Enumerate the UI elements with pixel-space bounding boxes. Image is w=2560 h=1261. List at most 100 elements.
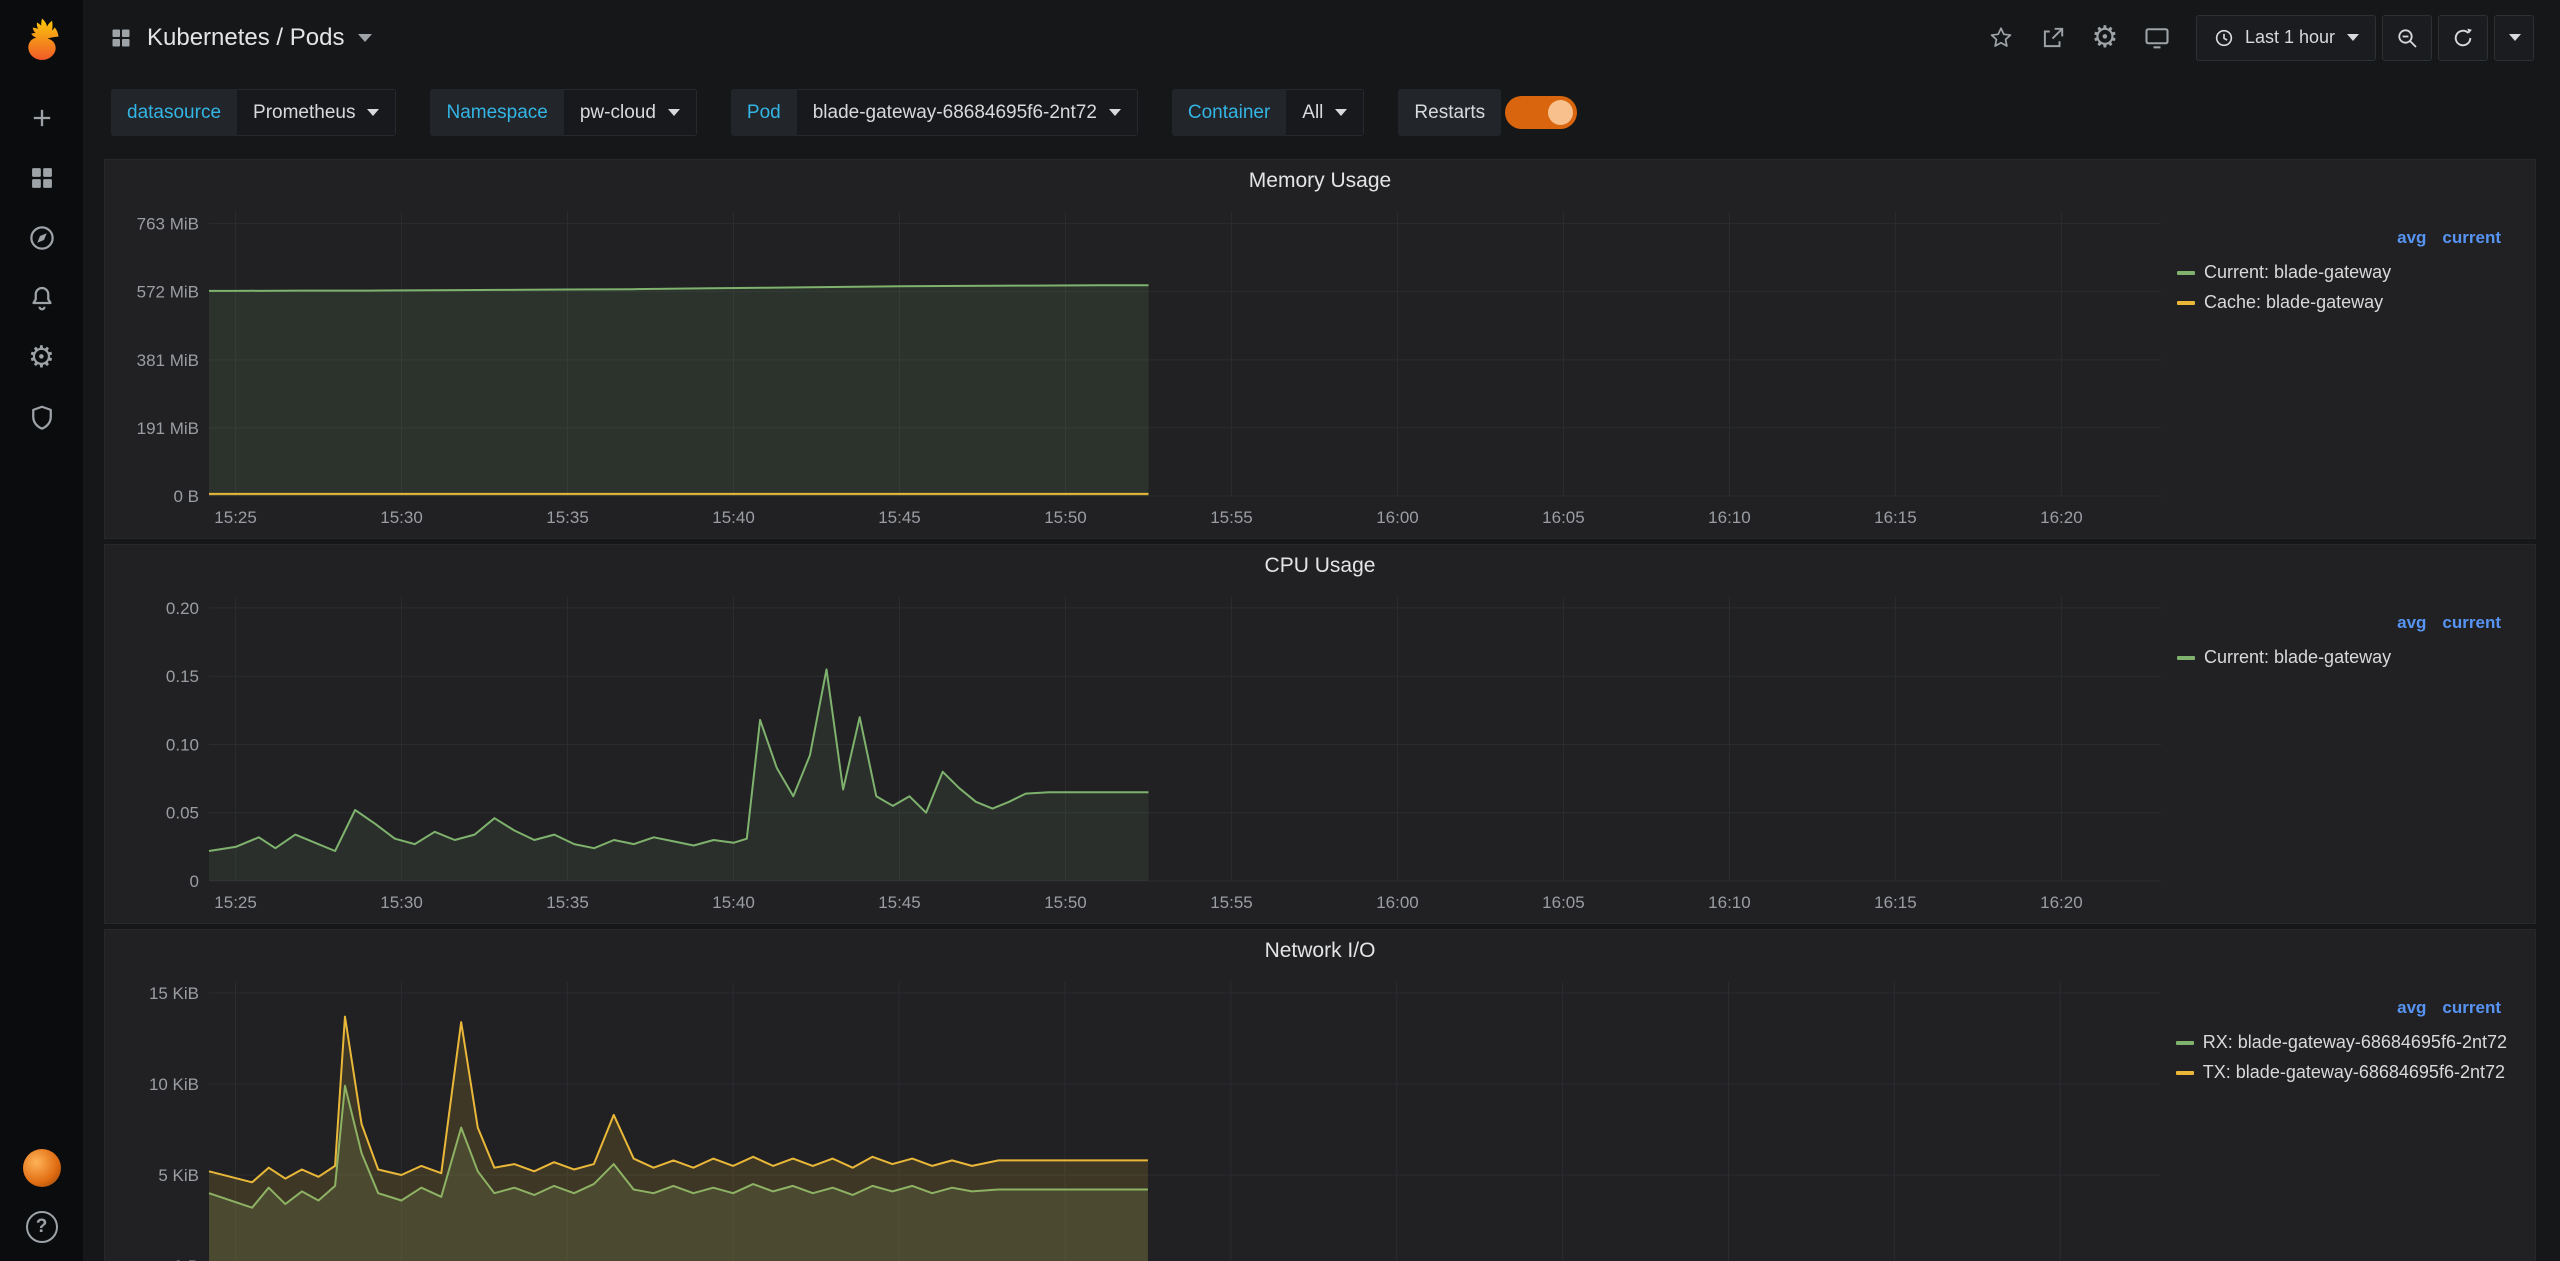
refresh-interval-dropdown[interactable] [2494, 15, 2534, 61]
server-admin-shield-icon[interactable] [25, 401, 59, 435]
svg-text:16:15: 16:15 [1874, 893, 1917, 912]
memory-usage-chart[interactable]: 15:2515:3015:3515:4015:4515:5015:5516:00… [113, 200, 2167, 532]
restarts-toggle[interactable] [1505, 96, 1577, 129]
configuration-gear-icon[interactable]: ⚙ [25, 341, 59, 375]
panel-title[interactable]: CPU Usage [105, 545, 2535, 585]
cpu-usage-chart[interactable]: 15:2515:3015:3515:4015:4515:5015:5516:00… [113, 585, 2167, 917]
create-plus-icon[interactable] [25, 101, 59, 135]
dashboards-icon[interactable] [25, 161, 59, 195]
svg-text:15:30: 15:30 [380, 893, 423, 912]
legend-links: avg current [2397, 998, 2507, 1018]
svg-text:15:25: 15:25 [214, 508, 257, 527]
panel-memory-usage: Memory Usage 15:2515:3015:3515:4015:4515… [104, 159, 2536, 539]
chevron-down-icon [367, 109, 379, 116]
variable-datasource: datasourcePrometheus [111, 89, 396, 136]
legend-avg-link[interactable]: avg [2397, 998, 2426, 1018]
legend-series-label: Cache: blade-gateway [2204, 292, 2383, 313]
legend-items: Current: blade-gateway Cache: blade-gatew… [2177, 262, 2391, 313]
svg-text:15:30: 15:30 [380, 508, 423, 527]
legend-item[interactable]: Current: blade-gateway [2177, 262, 2391, 283]
refresh-button[interactable] [2438, 15, 2488, 61]
svg-text:16:00: 16:00 [1376, 893, 1419, 912]
svg-text:15:35: 15:35 [546, 893, 589, 912]
dashboard-settings-gear-icon[interactable]: ⚙ [2084, 17, 2126, 59]
chevron-down-icon [1335, 109, 1347, 116]
panel-network-io: Network I/O 15:2515:3015:3515:4015:4515:… [104, 929, 2536, 1261]
share-icon[interactable] [2032, 17, 2074, 59]
svg-text:16:10: 16:10 [1708, 508, 1751, 527]
svg-text:15 KiB: 15 KiB [149, 984, 199, 1003]
variable-value-text: All [1302, 102, 1323, 124]
svg-text:0.20: 0.20 [166, 599, 199, 618]
star-icon[interactable] [1980, 17, 2022, 59]
time-range-label: Last 1 hour [2245, 27, 2335, 48]
variable-value-dropdown[interactable]: Prometheus [237, 89, 396, 136]
legend-item[interactable]: Current: blade-gateway [2177, 647, 2391, 668]
variable-value-dropdown[interactable]: pw-cloud [564, 89, 697, 136]
svg-text:0.10: 0.10 [166, 735, 199, 754]
svg-text:16:00: 16:00 [1376, 508, 1419, 527]
dashboard-title-chevron-down-icon[interactable] [358, 34, 372, 42]
grafana-logo[interactable] [0, 0, 83, 75]
clock-icon [2213, 27, 2235, 49]
panel-title[interactable]: Network I/O [105, 930, 2535, 970]
svg-text:16:10: 16:10 [1708, 893, 1751, 912]
svg-text:15:45: 15:45 [878, 508, 921, 527]
svg-text:15:45: 15:45 [878, 893, 921, 912]
legend-item[interactable]: TX: blade-gateway-68684695f6-2nt72 [2176, 1062, 2507, 1083]
svg-text:763 MiB: 763 MiB [137, 214, 199, 233]
variable-container: ContainerAll [1172, 89, 1365, 136]
legend-series-label: RX: blade-gateway-68684695f6-2nt72 [2203, 1032, 2507, 1053]
variables-list: datasourcePrometheus Namespace pw-cloud Pod… [111, 89, 1364, 136]
legend-current-link[interactable]: current [2442, 613, 2501, 633]
svg-text:15:40: 15:40 [712, 893, 755, 912]
zoom-out-button[interactable] [2382, 15, 2432, 61]
variable-label: Namespace [430, 89, 563, 136]
svg-text:15:35: 15:35 [546, 508, 589, 527]
variable-label: Pod [731, 89, 797, 136]
alerting-bell-icon[interactable] [25, 281, 59, 315]
top-navbar: Kubernetes / Pods ⚙ [83, 0, 2560, 75]
panel-cpu-usage: CPU Usage 15:2515:3015:3515:4015:4515:50… [104, 544, 2536, 924]
legend-avg-link[interactable]: avg [2397, 228, 2426, 248]
variable-value-dropdown[interactable]: All [1286, 89, 1364, 136]
time-range-picker[interactable]: Last 1 hour [2196, 15, 2376, 61]
network-io-chart[interactable]: 15:2515:3015:3515:4015:4515:5015:5516:00… [113, 970, 2166, 1261]
svg-text:16:05: 16:05 [1542, 893, 1585, 912]
legend-series-label: TX: blade-gateway-68684695f6-2nt72 [2203, 1062, 2505, 1083]
help-icon[interactable]: ? [26, 1211, 58, 1243]
explore-compass-icon[interactable] [25, 221, 59, 255]
legend: avg current RX: blade-gateway-68684695f6-… [2166, 970, 2527, 1261]
legend-series-swatch [2177, 271, 2195, 275]
legend-series-swatch [2177, 301, 2195, 305]
legend-avg-link[interactable]: avg [2397, 613, 2426, 633]
svg-text:16:05: 16:05 [1542, 508, 1585, 527]
main-area: Kubernetes / Pods ⚙ [83, 0, 2560, 1261]
legend-series-label: Current: blade-gateway [2204, 262, 2391, 283]
legend-current-link[interactable]: current [2442, 998, 2501, 1018]
grafana-flame-icon [19, 15, 65, 61]
legend-current-link[interactable]: current [2442, 228, 2501, 248]
variable-namespace: Namespace pw-cloud [430, 89, 696, 136]
refresh-icon [2451, 26, 2475, 50]
cycle-view-monitor-icon[interactable] [2136, 17, 2178, 59]
svg-text:381 MiB: 381 MiB [137, 351, 199, 370]
variable-value-text: blade-gateway-68684695f6-2nt72 [813, 102, 1097, 124]
panel-title[interactable]: Memory Usage [105, 160, 2535, 200]
restarts-label: Restarts [1398, 89, 1501, 136]
dashboard-title[interactable]: Kubernetes / Pods [147, 24, 344, 52]
variable-value-text: pw-cloud [580, 102, 656, 124]
chevron-down-icon [1109, 109, 1121, 116]
legend-series-swatch [2177, 656, 2195, 660]
legend: avg current Current: blade-gateway [2167, 585, 2527, 917]
legend-series-swatch [2176, 1041, 2194, 1045]
variable-pod: Pod blade-gateway-68684695f6-2nt72 [731, 89, 1138, 136]
variable-value-dropdown[interactable]: blade-gateway-68684695f6-2nt72 [797, 89, 1138, 136]
svg-text:15:50: 15:50 [1044, 893, 1087, 912]
zoom-out-icon [2395, 26, 2419, 50]
svg-text:16:15: 16:15 [1874, 508, 1917, 527]
legend-item[interactable]: Cache: blade-gateway [2177, 292, 2391, 313]
time-range-chevron-down-icon [2347, 34, 2359, 41]
legend-item[interactable]: RX: blade-gateway-68684695f6-2nt72 [2176, 1032, 2507, 1053]
user-avatar[interactable] [23, 1149, 61, 1187]
